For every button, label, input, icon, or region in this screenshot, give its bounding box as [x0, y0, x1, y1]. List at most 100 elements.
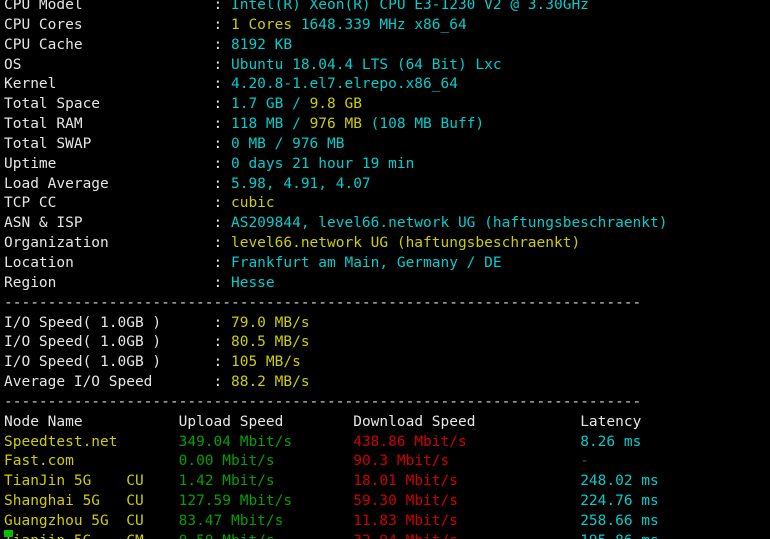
divider-dashes: ----------------------------------------…: [4, 294, 642, 311]
speedtest-upload-speed: 127.59 Mbit/s: [178, 493, 354, 510]
speedtest-row: Tianjin 5G CM 0.50 Mbit/s 32.94 Mbit/s 1…: [4, 532, 685, 539]
speedtest-upload-speed: 0.50 Mbit/s: [179, 533, 354, 539]
io-speed-separator: :: [213, 334, 231, 351]
speedtest-column-header: Download Speed: [353, 413, 581, 430]
system-info-separator: :: [213, 215, 231, 232]
io-speed-separator: :: [213, 314, 231, 331]
io-speed-label: Average I/O Speed: [4, 374, 214, 391]
speedtest-row: Fast.com 0.00 Mbit/s 90.3 Mbit/s -: [4, 452, 685, 472]
speedtest-node-name: TianJin 5G CU: [4, 473, 179, 490]
system-info-label: Organization: [4, 235, 214, 252]
terminal-cursor: [4, 530, 13, 537]
speedtest-upload-speed: 1.42 Mbit/s: [178, 473, 354, 490]
speedtest-node-name: Guangzhou 5G CU: [4, 512, 179, 529]
speedtest-download-speed: 59.30 Mbit/s: [353, 493, 581, 510]
speedtest-column-header: Node Name: [4, 413, 179, 430]
system-info-separator: :: [213, 195, 231, 212]
system-info-separator: :: [213, 254, 231, 271]
system-info-row: Total SWAP : 0 MB / 976 MB: [4, 135, 685, 155]
system-info-label: Total SWAP: [4, 135, 214, 152]
system-info-row: Uptime : 0 days 21 hour 19 min: [4, 155, 685, 175]
system-info-value: (108 MB Buff): [370, 116, 485, 133]
system-info-separator: :: [213, 274, 231, 291]
system-info-row: Region : Hesse: [4, 274, 685, 294]
system-info-value: 0 days 21 hour 19 min: [230, 155, 415, 172]
speedtest-latency: 224.76 ms: [580, 493, 685, 510]
speedtest-header-row: Node Name Upload Speed Download Speed La…: [4, 413, 685, 433]
section-divider: ----------------------------------------…: [4, 393, 685, 413]
speedtest-download-speed: 11.83 Mbit/s: [353, 512, 581, 529]
system-info-label: Uptime: [4, 155, 214, 172]
system-info-separator: :: [213, 235, 231, 252]
system-info-label: Load Average: [4, 175, 214, 192]
system-info-row: CPU Model : Intel(R) Xeon(R) CPU E3-1230…: [4, 0, 685, 16]
speedtest-latency: -: [580, 453, 685, 470]
io-speed-row: I/O Speed( 1.0GB ) : 80.5 MB/s: [4, 333, 685, 353]
system-info-value: 976 MB: [309, 116, 371, 133]
system-info-separator: :: [213, 0, 231, 13]
speedtest-upload-speed: 83.47 Mbit/s: [178, 512, 354, 529]
system-info-label: ASN & ISP: [4, 215, 214, 232]
system-info-row: CPU Cache : 8192 KB: [4, 36, 685, 56]
speedtest-upload-speed: 0.00 Mbit/s: [178, 453, 354, 470]
io-speed-label: I/O Speed( 1.0GB ): [4, 314, 214, 331]
system-info-value: Intel(R) Xeon(R) CPU E3-1230 V2 @ 3.30GH…: [230, 0, 589, 13]
system-info-separator: :: [213, 96, 231, 113]
system-info-label: Total Space: [4, 96, 214, 113]
system-info-value: 9.8 GB: [309, 96, 362, 113]
system-info-row: Location : Frankfurt am Main, Germany / …: [4, 254, 685, 274]
system-info-separator: :: [213, 135, 231, 152]
system-info-label: TCP CC: [4, 195, 214, 212]
io-speed-value: 80.5 MB/s: [230, 334, 310, 351]
system-info-separator: :: [213, 76, 231, 93]
system-info-row: Total Space : 1.7 GB / 9.8 GB: [4, 95, 685, 115]
speedtest-node-name: Speedtest.net: [4, 433, 179, 450]
system-info-value: 0 MB / 976 MB: [230, 135, 345, 152]
speedtest-node-name: Tianjin 5G CM: [4, 533, 179, 539]
system-info-separator: :: [213, 175, 231, 192]
speedtest-download-speed: 438.86 Mbit/s: [353, 433, 581, 450]
io-speed-value: 79.0 MB/s: [230, 314, 310, 331]
system-info-row: TCP CC : cubic: [4, 194, 685, 214]
system-info-value: AS209844, level66.network UG (haftungsbe…: [230, 215, 668, 232]
io-speed-label: I/O Speed( 1.0GB ): [4, 334, 214, 351]
system-info-label: CPU Model: [4, 0, 214, 13]
speedtest-node-name: Fast.com: [4, 453, 179, 470]
speedtest-download-speed: 90.3 Mbit/s: [353, 453, 581, 470]
speedtest-upload-speed: 349.04 Mbit/s: [178, 433, 354, 450]
io-speed-row: I/O Speed( 1.0GB ) : 79.0 MB/s: [4, 314, 685, 334]
system-info-row: Organization : level66.network UG (haftu…: [4, 234, 685, 254]
system-info-value: level66.network UG (haftungsbeschraenkt): [230, 235, 581, 252]
system-info-value: Frankfurt am Main, Germany / DE: [230, 254, 502, 271]
speedtest-latency: 8.26 ms: [580, 433, 685, 450]
system-info-value: 1 Cores: [230, 16, 301, 33]
system-info-row: OS : Ubuntu 18.04.4 LTS (64 Bit) Lxc: [4, 56, 685, 76]
system-info-separator: :: [213, 155, 231, 172]
terminal-scrollback: CPU Model : Intel(R) Xeon(R) CPU E3-1230…: [4, 0, 685, 539]
speedtest-column-header: Latency: [580, 413, 685, 430]
speedtest-latency: 195.86 ms: [580, 533, 685, 539]
speedtest-row: Shanghai 5G CU 127.59 Mbit/s 59.30 Mbit/…: [4, 492, 685, 512]
system-info-row: ASN & ISP : AS209844, level66.network UG…: [4, 214, 685, 234]
speedtest-node-name: Shanghai 5G CU: [4, 493, 179, 510]
system-info-row: CPU Cores : 1 Cores 1648.339 MHz x86_64: [4, 16, 685, 36]
speedtest-column-header: Upload Speed: [178, 413, 354, 430]
system-info-separator: :: [213, 16, 231, 33]
system-info-row: Kernel : 4.20.8-1.el7.elrepo.x86_64: [4, 75, 685, 95]
speedtest-row: Speedtest.net 349.04 Mbit/s 438.86 Mbit/…: [4, 433, 685, 453]
speedtest-latency: 258.66 ms: [580, 512, 685, 529]
system-info-value: Hesse: [230, 274, 275, 291]
io-speed-value: 88.2 MB/s: [230, 374, 310, 391]
io-speed-separator: :: [213, 354, 231, 371]
system-info-value: cubic: [230, 195, 275, 212]
system-info-label: CPU Cores: [4, 16, 214, 33]
system-info-value: /: [292, 116, 310, 133]
system-info-label: CPU Cache: [4, 36, 214, 53]
section-divider: ----------------------------------------…: [4, 294, 685, 314]
system-info-separator: :: [213, 116, 231, 133]
terminal-window[interactable]: CPU Model : Intel(R) Xeon(R) CPU E3-1230…: [0, 0, 770, 539]
system-info-label: Location: [4, 254, 214, 271]
system-info-separator: :: [213, 36, 231, 53]
io-speed-row: I/O Speed( 1.0GB ) : 105 MB/s: [4, 353, 685, 373]
io-speed-separator: :: [213, 374, 231, 391]
